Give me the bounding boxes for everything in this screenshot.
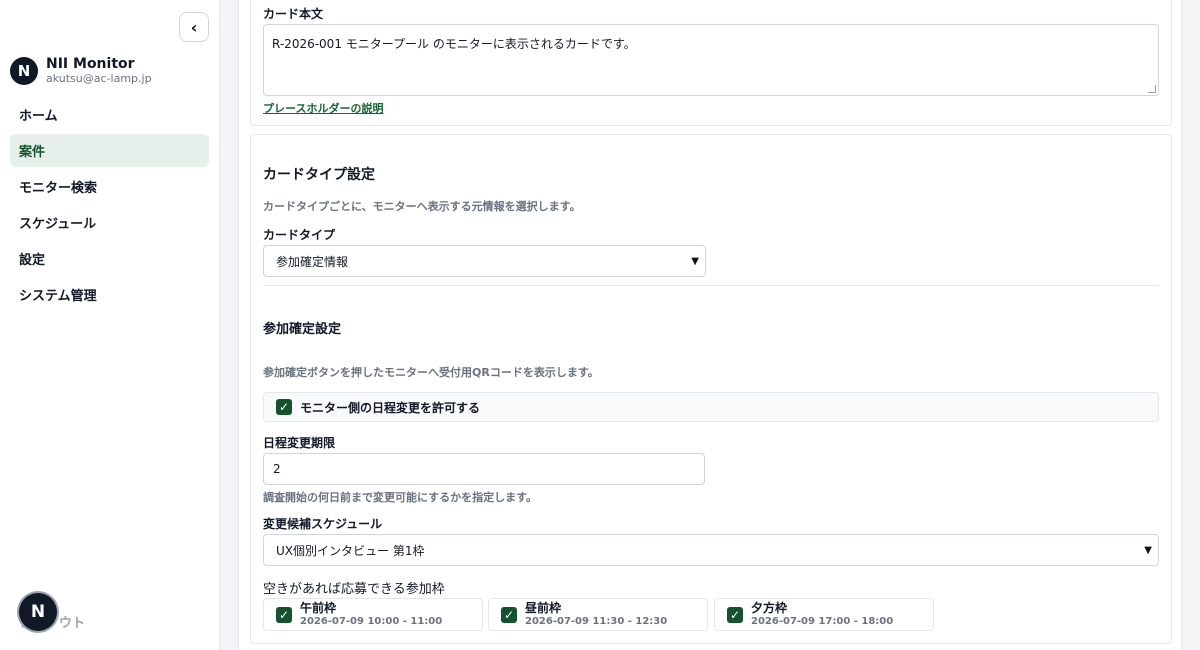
checkbox-checked-icon[interactable]: ✓ (727, 606, 743, 623)
profile-email: akutsu@ac-lamp.jp (46, 72, 152, 85)
slot-time: 2026-07-09 17:00 - 18:00 (751, 615, 894, 627)
avatar: N (10, 57, 38, 85)
slot-checkbox-evening[interactable]: ✓ 夕方枠 2026-07-09 17:00 - 18:00 (714, 598, 934, 631)
slot-checkbox-noon[interactable]: ✓ 昼前枠 2026-07-09 11:30 - 12:30 (488, 598, 708, 631)
card-body-section: カード本文 R-2026-001 モニタープール のモニターに表示されるカードで… (250, 0, 1172, 126)
divider (263, 285, 1159, 286)
checkbox-checked-icon[interactable]: ✓ (501, 606, 517, 623)
sidebar-item-settings[interactable]: 設定 (10, 242, 209, 275)
user-profile: N NII Monitor akutsu@ac-lamp.jp (10, 56, 152, 86)
card-type-select-value: 参加確定情報 (276, 254, 349, 269)
sidebar-item-system-admin[interactable]: システム管理 (10, 278, 209, 311)
participation-description: 参加確定ボタンを押したモニターへ受付用QRコードを表示します。 (263, 366, 599, 379)
allow-schedule-change-checkbox[interactable]: ✓ モニター側の日程変更を許可する (263, 392, 1159, 422)
participation-title: 参加確定設定 (263, 322, 342, 337)
card-body-textarea[interactable]: R-2026-001 モニタープール のモニターに表示されるカードです。 (263, 24, 1159, 96)
schedule-select[interactable]: UX個別インタビュー 第1枠 ▼ (263, 534, 1159, 566)
slot-time: 2026-07-09 11:30 - 12:30 (525, 615, 668, 627)
card-type-section: カードタイプ設定 カードタイプごとに、モニターへ表示する元情報を選択します。 カ… (250, 134, 1172, 644)
card-type-select[interactable]: 参加確定情報 ▼ (263, 245, 706, 277)
profile-name: NII Monitor (46, 56, 135, 72)
main-content: カード本文 R-2026-001 モニタープール のモニターに表示されるカードで… (238, 0, 1182, 650)
sidebar-nav: ホーム 案件 モニター検索 スケジュール 設定 システム管理 (10, 98, 209, 314)
sidebar-item-schedule[interactable]: スケジュール (10, 206, 209, 239)
card-body-label: カード本文 (263, 7, 324, 21)
allow-schedule-change-label: モニター側の日程変更を許可する (300, 400, 481, 415)
deadline-help: 調査開始の何日前まで変更可能にするかを指定します。 (263, 491, 538, 504)
chevron-down-icon: ▼ (1144, 545, 1152, 556)
sidebar: ‹ N NII Monitor akutsu@ac-lamp.jp ホーム 案件… (0, 0, 220, 650)
resize-handle-icon[interactable] (1148, 85, 1156, 93)
chevron-down-icon: ▼ (691, 256, 699, 267)
deadline-label: 日程変更期限 (263, 436, 336, 450)
sidebar-item-monitor-search[interactable]: モニター検索 (10, 170, 209, 203)
schedule-select-value: UX個別インタビュー 第1枠 (276, 543, 425, 558)
app-logo-button[interactable]: N (19, 593, 57, 631)
slot-checkbox-morning[interactable]: ✓ 午前枠 2026-07-09 10:00 - 11:00 (263, 598, 483, 631)
deadline-input[interactable]: 2 (263, 453, 705, 485)
sidebar-collapse-button[interactable]: ‹ (179, 12, 209, 42)
sidebar-item-projects[interactable]: 案件 (10, 134, 209, 167)
deadline-value: 2 (273, 462, 281, 476)
slot-name: 昼前枠 (525, 600, 562, 615)
placeholder-help-link[interactable]: プレースホルダーの説明 (263, 100, 383, 116)
card-type-description: カードタイプごとに、モニターへ表示する元情報を選択します。 (263, 200, 581, 213)
slots-label: 空きがあれば応募できる参加枠 (263, 582, 445, 597)
card-type-title: カードタイプ設定 (263, 167, 375, 183)
slot-name: 午前枠 (300, 600, 337, 615)
schedule-label: 変更候補スケジュール (263, 517, 383, 531)
slot-name: 夕方枠 (751, 600, 788, 615)
card-type-select-label: カードタイプ (263, 228, 336, 242)
checkbox-checked-icon[interactable]: ✓ (276, 399, 292, 415)
checkbox-checked-icon[interactable]: ✓ (276, 606, 292, 623)
slot-time: 2026-07-09 10:00 - 11:00 (300, 615, 443, 627)
card-body-value: R-2026-001 モニタープール のモニターに表示されるカードです。 (272, 37, 636, 51)
sidebar-item-home[interactable]: ホーム (10, 98, 209, 131)
